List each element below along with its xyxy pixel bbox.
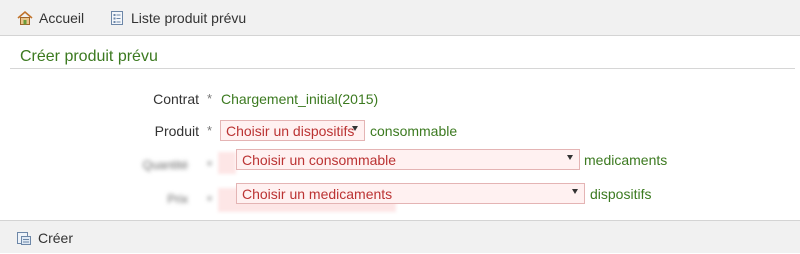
quantite-type-label: medicaments xyxy=(584,152,668,168)
quantite-required-mark: * xyxy=(207,158,213,173)
produit-required-mark: * xyxy=(207,123,213,138)
quantite-label: Quantité xyxy=(142,158,188,172)
quantite-select-value: Choisir un consommable xyxy=(242,151,397,168)
list-products-button[interactable]: Liste produit prévu xyxy=(109,0,246,36)
quantite-select[interactable]: Choisir un consommable xyxy=(236,149,580,170)
home-button[interactable]: Accueil xyxy=(17,0,84,36)
contrat-label: Contrat xyxy=(153,91,199,107)
prix-required-mark: * xyxy=(207,193,213,208)
produit-label: Produit xyxy=(154,123,199,139)
top-toolbar: Accueil Liste produit prévu xyxy=(0,0,800,36)
bottom-toolbar: Créer xyxy=(0,220,800,253)
produit-type-label: consommable xyxy=(370,123,458,139)
contrat-value: Chargement_initial(2015) xyxy=(221,91,379,107)
list-icon xyxy=(109,10,125,26)
produit-select-value: Choisir un dispositifs xyxy=(226,122,355,139)
quantite-ghost-field xyxy=(218,152,236,174)
chevron-down-icon xyxy=(567,155,573,160)
prix-label: Prix xyxy=(167,192,188,206)
chevron-down-icon xyxy=(352,126,358,131)
prix-type-label: dispositifs xyxy=(590,186,652,202)
chevron-down-icon xyxy=(572,189,578,194)
page-title: Créer produit prévu xyxy=(20,48,158,65)
list-label: Liste produit prévu xyxy=(131,10,247,26)
create-button[interactable]: Créer xyxy=(16,221,73,254)
home-label: Accueil xyxy=(39,10,85,26)
create-label: Créer xyxy=(38,229,74,246)
contrat-required-mark: * xyxy=(207,91,213,106)
home-icon xyxy=(17,10,33,26)
prix-select[interactable]: Choisir un medicaments xyxy=(236,183,585,204)
create-icon xyxy=(16,230,32,246)
title-divider xyxy=(10,68,795,69)
prix-select-value: Choisir un medicaments xyxy=(242,185,393,202)
produit-select[interactable]: Choisir un dispositifs xyxy=(220,120,365,141)
